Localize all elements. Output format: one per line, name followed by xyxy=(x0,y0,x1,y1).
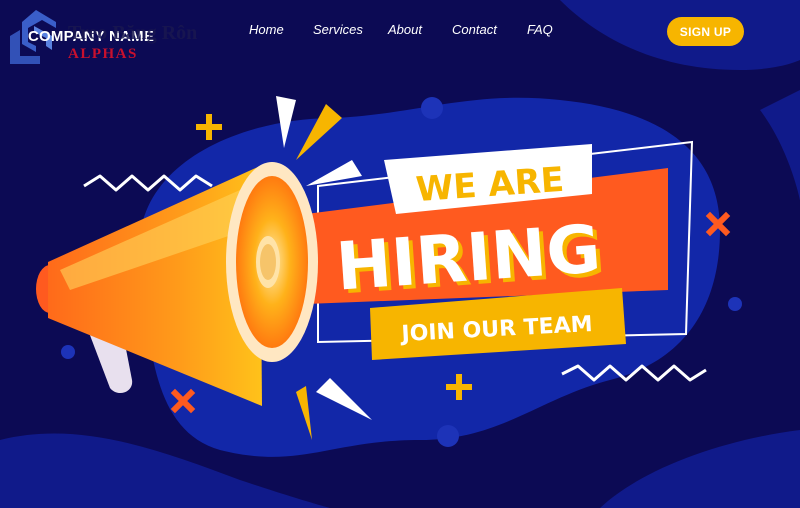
plus-icon xyxy=(196,114,222,140)
logo-sub-text: ALPHAS xyxy=(68,46,138,62)
logo-overlay-text: Treo Băng Rôn xyxy=(68,22,198,44)
nav-contact[interactable]: Contact xyxy=(452,22,497,37)
nav-home[interactable]: Home xyxy=(249,22,284,37)
nav-services[interactable]: Services xyxy=(313,22,363,37)
nav-about[interactable]: About xyxy=(388,22,422,37)
nav-faq[interactable]: FAQ xyxy=(527,22,553,37)
hero-illustration: WE ARE HIRING HIRING JOIN OUR TEAM xyxy=(0,0,800,508)
sign-up-button[interactable]: SIGN UP xyxy=(667,17,744,46)
top-navbar: COMPANY NAME Treo Băng Rôn ALPHAS Home S… xyxy=(0,0,800,64)
logo[interactable]: COMPANY NAME Treo Băng Rôn ALPHAS xyxy=(6,6,206,64)
